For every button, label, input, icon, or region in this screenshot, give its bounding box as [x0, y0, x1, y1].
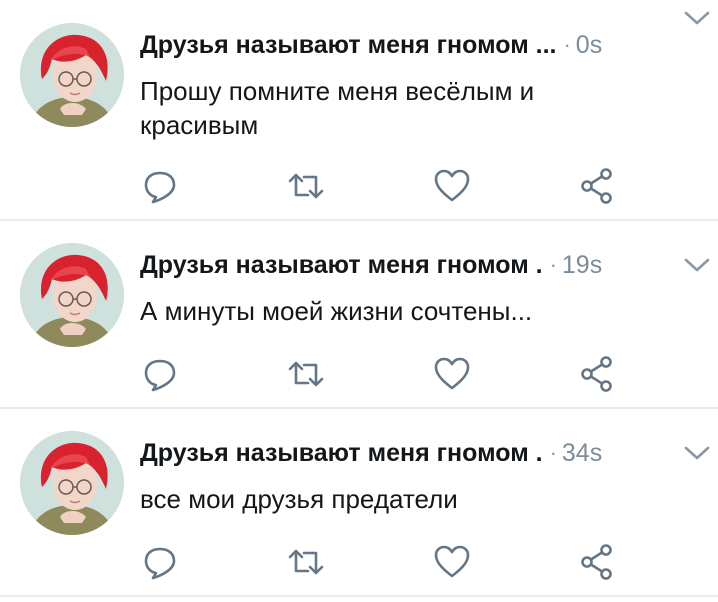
heart-icon[interactable] [432, 166, 472, 206]
separator-dot: · [549, 252, 557, 277]
reply-icon[interactable] [140, 542, 180, 582]
tweet-text: все мои друзья предатели [140, 484, 458, 514]
tweet-header: Друзья называют меня гномом . · 34s [140, 435, 698, 471]
action-bar [0, 166, 718, 206]
tweet-header: Друзья называют меня гномом . · 19s [140, 247, 698, 283]
tweet[interactable]: Друзья называют меня гномом . · 19s А ми… [0, 221, 718, 409]
timestamp[interactable]: 0s [576, 31, 602, 60]
retweet-icon[interactable] [286, 542, 326, 582]
action-bar [0, 542, 718, 582]
share-icon[interactable] [577, 542, 617, 582]
author-name[interactable]: Друзья называют меня гномом . [140, 439, 543, 468]
retweet-icon[interactable] [286, 354, 326, 394]
action-bar [0, 354, 718, 394]
avatar[interactable] [20, 243, 124, 347]
heart-icon[interactable] [432, 542, 472, 582]
share-icon[interactable] [577, 166, 617, 206]
timestamp[interactable]: 19s [562, 251, 602, 280]
tweet[interactable]: Друзья называют меня гномом . · 34s все … [0, 409, 718, 597]
tweet-feed: Друзья называют меня гномом ... · 0s Про… [0, 0, 718, 602]
heart-icon[interactable] [432, 354, 472, 394]
separator-dot: · [563, 32, 571, 57]
tweet-text: А минуты моей жизни сочтены... [140, 296, 533, 326]
separator-dot: · [549, 440, 557, 465]
chevron-down-icon[interactable] [682, 4, 712, 32]
author-name[interactable]: Друзья называют меня гномом ... [140, 31, 556, 60]
share-icon[interactable] [577, 354, 617, 394]
avatar[interactable] [20, 23, 124, 127]
retweet-icon[interactable] [286, 166, 326, 206]
tweet-header: Друзья называют меня гномом ... · 0s [140, 27, 698, 63]
reply-icon[interactable] [140, 354, 180, 394]
tweet-text: Прошу помните меня весёлым и красивым [140, 76, 535, 140]
avatar[interactable] [20, 431, 124, 535]
author-name[interactable]: Друзья называют меня гномом . [140, 251, 543, 280]
chevron-down-icon[interactable] [682, 251, 712, 279]
tweet[interactable]: Друзья называют меня гномом ... · 0s Про… [0, 0, 718, 221]
timestamp[interactable]: 34s [562, 439, 602, 468]
chevron-down-icon[interactable] [682, 439, 712, 467]
reply-icon[interactable] [140, 166, 180, 206]
